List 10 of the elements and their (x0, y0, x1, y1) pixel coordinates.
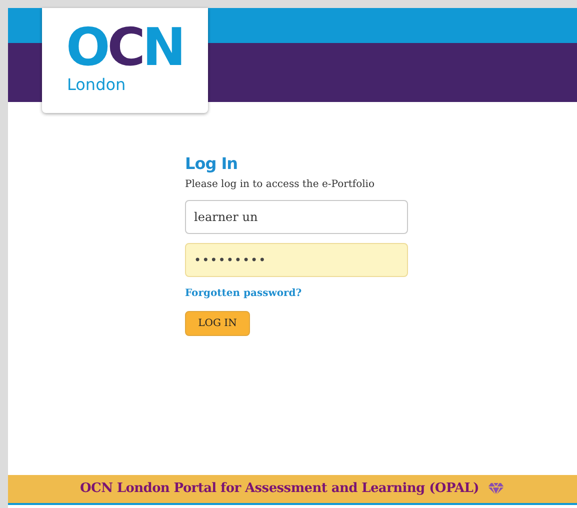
logo-wordmark: OCN (66, 20, 184, 76)
username-field[interactable]: learner un (185, 200, 408, 234)
footer-title: OCN London Portal for Assessment and Learning (OPAL) (80, 480, 479, 498)
diamond-icon (486, 482, 505, 496)
forgotten-password-link[interactable]: Forgotten password? (185, 286, 302, 301)
login-heading: Log In (185, 154, 238, 174)
login-instructions: Please log in to access the e-Portfolio (185, 178, 375, 192)
logo-subtitle: London (67, 76, 127, 94)
login-button[interactable]: LOG IN (185, 311, 250, 336)
password-field[interactable]: ••••••••• (185, 243, 408, 277)
